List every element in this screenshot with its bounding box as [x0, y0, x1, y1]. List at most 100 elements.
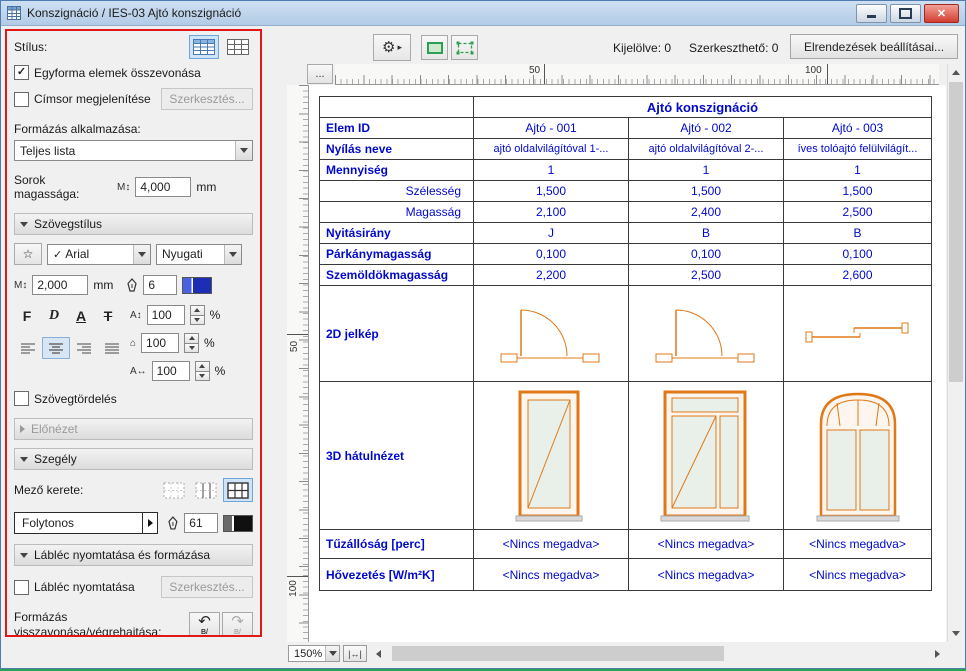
layout-settings-button[interactable]: Elrendezések beállításai...: [790, 34, 958, 59]
border-pen-color-swatch[interactable]: [223, 515, 253, 532]
frame-vertical-button[interactable]: [191, 478, 221, 502]
edit-footer-button[interactable]: Szerkesztés...: [161, 576, 253, 598]
row-label[interactable]: Magasság: [320, 202, 474, 223]
row-height-input[interactable]: 4,000: [135, 177, 191, 197]
door-2d-symbol-cell[interactable]: [629, 286, 784, 382]
row-label[interactable]: Tűzállóság [perc]: [320, 530, 474, 559]
table-cell[interactable]: <Nincs megadva>: [474, 559, 629, 591]
table-cell[interactable]: ajtó oldalvilágítóval 2-...: [629, 139, 784, 160]
bold-button[interactable]: F: [14, 305, 40, 327]
section-header-footer[interactable]: Lábléc nyomtatása és formázása: [14, 544, 253, 566]
row-label[interactable]: Nyílás neve: [320, 139, 474, 160]
table-cell[interactable]: 2,500: [784, 202, 932, 223]
table-cell[interactable]: <Nincs megadva>: [629, 530, 784, 559]
favorites-star-button[interactable]: ☆: [14, 243, 42, 265]
scroll-right-button[interactable]: [929, 645, 946, 662]
horizontal-scrollbar-thumb[interactable]: [392, 646, 724, 661]
table-cell[interactable]: <Nincs megadva>: [784, 559, 932, 591]
width-factor-input[interactable]: 100: [141, 333, 179, 353]
font-select[interactable]: ✓Arial: [47, 244, 151, 265]
door-3d-view-cell[interactable]: [474, 382, 629, 530]
section-header-preview[interactable]: Előnézet: [14, 418, 253, 440]
italic-button[interactable]: D: [41, 305, 67, 327]
vertical-scrollbar[interactable]: [947, 64, 964, 642]
table-cell[interactable]: 1,500: [474, 181, 629, 202]
close-button[interactable]: ✕: [924, 4, 959, 23]
scroll-left-button[interactable]: [370, 645, 387, 662]
table-cell[interactable]: J: [474, 223, 629, 244]
ruler-options-button[interactable]: ...: [307, 64, 333, 84]
table-cell[interactable]: 1: [784, 160, 932, 181]
door-3d-view-cell[interactable]: [784, 382, 932, 530]
show-header-checkbox[interactable]: [14, 92, 29, 107]
row-label[interactable]: Hővezetés [W/m²K]: [320, 559, 474, 591]
border-pen-input[interactable]: 61: [184, 513, 218, 533]
footer-print-checkbox[interactable]: [14, 580, 29, 595]
text-wrap-checkbox[interactable]: [14, 391, 29, 406]
align-center-button[interactable]: [42, 337, 69, 359]
table-cell[interactable]: Ajtó - 002: [629, 118, 784, 139]
style-plain-button[interactable]: [223, 35, 253, 59]
merge-items-checkbox[interactable]: ✓: [14, 65, 29, 80]
row-label[interactable]: Nyitásirány: [320, 223, 474, 244]
zoom-select[interactable]: 150%: [288, 645, 340, 662]
line-spacing-stepper[interactable]: [190, 305, 205, 325]
table-cell[interactable]: 1: [629, 160, 784, 181]
table-cell[interactable]: <Nincs megadva>: [629, 559, 784, 591]
row-label[interactable]: 2D jelkép: [320, 286, 474, 382]
door-3d-view-cell[interactable]: [629, 382, 784, 530]
text-pen-input[interactable]: 6: [143, 275, 177, 295]
letter-spacing-stepper[interactable]: [195, 361, 210, 381]
text-pen-color-swatch[interactable]: [182, 277, 212, 294]
table-cell[interactable]: Ajtó - 001: [474, 118, 629, 139]
redo-formatting-button[interactable]: ↷B/: [222, 612, 253, 638]
minimize-button[interactable]: [856, 4, 887, 23]
section-header-border[interactable]: Szegély: [14, 448, 253, 470]
edit-header-button[interactable]: Szerkesztés...: [161, 88, 253, 110]
row-label[interactable]: 3D hátulnézet: [320, 382, 474, 530]
table-cell[interactable]: 2,100: [474, 202, 629, 223]
schedule-canvas[interactable]: Ajtó konszignáció Elem ID Ajtó - 001 Ajt…: [309, 85, 946, 642]
table-cell[interactable]: 2,500: [629, 265, 784, 286]
style-with-header-button[interactable]: [189, 35, 219, 59]
frame-none-button[interactable]: [159, 478, 189, 502]
table-cell[interactable]: ajtó oldalvilágítóval 1-...: [474, 139, 629, 160]
table-cell[interactable]: 2,200: [474, 265, 629, 286]
section-header-text-style[interactable]: Szövegstílus: [14, 213, 253, 235]
table-cell[interactable]: 2,400: [629, 202, 784, 223]
row-label[interactable]: Elem ID: [320, 118, 474, 139]
apply-format-select[interactable]: Teljes lista: [14, 140, 253, 161]
underline-button[interactable]: A: [68, 305, 94, 327]
door-2d-symbol-cell[interactable]: [784, 286, 932, 382]
strikethrough-button[interactable]: T: [95, 305, 121, 327]
align-left-button[interactable]: [14, 337, 41, 359]
line-spacing-input[interactable]: 100: [147, 305, 185, 325]
table-corner-cell[interactable]: [320, 97, 474, 118]
table-title[interactable]: Ajtó konszignáció: [474, 97, 932, 118]
table-cell[interactable]: B: [629, 223, 784, 244]
title-bar[interactable]: Konszignáció / IES-03 Ajtó konszignáció …: [1, 1, 965, 26]
scroll-down-button[interactable]: [948, 625, 964, 642]
frame-full-button[interactable]: [223, 478, 253, 502]
table-cell[interactable]: 1,500: [784, 181, 932, 202]
table-cell[interactable]: <Nincs megadva>: [784, 530, 932, 559]
row-label[interactable]: Szemöldökmagasság: [320, 265, 474, 286]
scroll-up-button[interactable]: [948, 64, 964, 81]
script-select[interactable]: Nyugati: [156, 244, 242, 265]
horizontal-scrollbar[interactable]: [390, 645, 926, 662]
undo-formatting-button[interactable]: ↶B/: [189, 612, 220, 638]
width-factor-stepper[interactable]: [184, 333, 199, 353]
table-cell[interactable]: 0,100: [629, 244, 784, 265]
maximize-button[interactable]: [890, 4, 921, 23]
table-cell[interactable]: 0,100: [474, 244, 629, 265]
font-size-input[interactable]: 2,000: [32, 275, 88, 295]
letter-spacing-input[interactable]: 100: [152, 361, 190, 381]
door-2d-symbol-cell[interactable]: [474, 286, 629, 382]
row-label[interactable]: Szélesség: [320, 181, 474, 202]
row-label[interactable]: Párkánymagasság: [320, 244, 474, 265]
table-cell[interactable]: B: [784, 223, 932, 244]
selection-area-button[interactable]: [451, 35, 478, 60]
align-right-button[interactable]: [71, 337, 98, 359]
table-cell[interactable]: <Nincs megadva>: [474, 530, 629, 559]
settings-menu-button[interactable]: ⚙ ▸: [373, 34, 411, 61]
